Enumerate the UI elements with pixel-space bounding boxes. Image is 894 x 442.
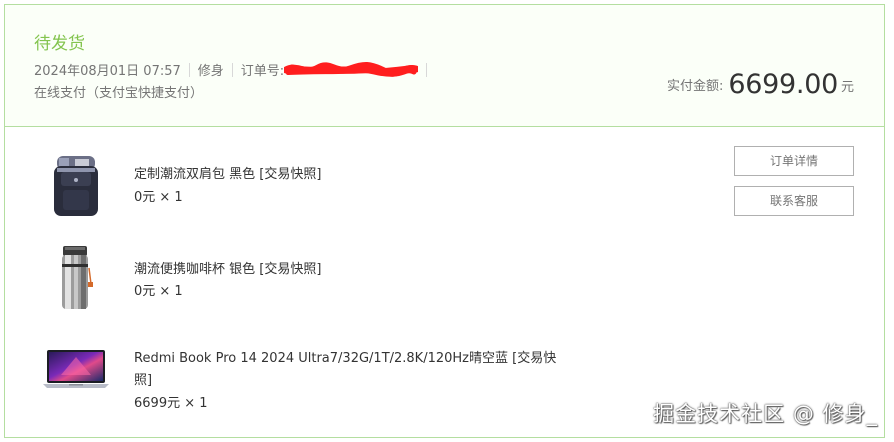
item-price-quantity: 0元 × 1 bbox=[134, 190, 183, 205]
trade-snapshot-link[interactable]: [交易快照] bbox=[259, 167, 321, 182]
order-header: 待发货 2024年08月01日 07:57 修身 订单号: 在线支付（支付宝快捷支付… bbox=[5, 5, 884, 127]
watermark: 掘金技术社区 @ 修身_ bbox=[653, 402, 878, 426]
total-label: 实付金额: bbox=[667, 79, 724, 94]
order-item: 定制潮流双肩包 黑色 [交易快照] 0元 × 1 bbox=[5, 145, 685, 225]
item-name: Redmi Book Pro 14 2024 Ultra7/32G/1T/2.8… bbox=[134, 348, 564, 392]
order-number-redacted bbox=[284, 62, 419, 77]
trade-snapshot-link[interactable]: [交易快照] bbox=[259, 262, 321, 277]
total-unit: 元 bbox=[840, 80, 854, 95]
item-title[interactable]: Redmi Book Pro 14 2024 Ultra7/32G/1T/2.8… bbox=[134, 351, 508, 366]
total-amount-block: 实付金额: 6699.00 元 bbox=[667, 69, 854, 100]
order-meta: 2024年08月01日 07:57 修身 订单号: 在线支付（支付宝快捷支付） bbox=[34, 61, 604, 105]
item-price-quantity: 0元 × 1 bbox=[134, 284, 183, 299]
coffee-tumbler-icon[interactable] bbox=[41, 242, 111, 312]
redaction-scribble bbox=[284, 62, 419, 77]
order-status: 待发货 bbox=[34, 34, 85, 54]
order-number-label: 订单号: bbox=[240, 64, 285, 79]
item-name: 潮流便携咖啡杯 银色 [交易快照] bbox=[134, 259, 564, 281]
item-title[interactable]: 潮流便携咖啡杯 银色 bbox=[134, 262, 255, 277]
divider bbox=[188, 63, 190, 77]
item-title[interactable]: 定制潮流双肩包 黑色 bbox=[134, 167, 255, 182]
order-item: 潮流便携咖啡杯 银色 [交易快照] 0元 × 1 bbox=[5, 239, 685, 319]
order-user: 修身 bbox=[197, 64, 224, 79]
order-card: 待发货 2024年08月01日 07:57 修身 订单号: 在线支付（支付宝快捷支付… bbox=[4, 4, 885, 438]
order-details-button[interactable]: 订单详情 bbox=[734, 146, 854, 176]
divider bbox=[426, 63, 428, 77]
payment-method: 在线支付（支付宝快捷支付） bbox=[34, 86, 204, 101]
contact-support-button[interactable]: 联系客服 bbox=[734, 186, 854, 216]
item-price-quantity: 6699元 × 1 bbox=[134, 396, 208, 411]
order-datetime: 2024年08月01日 07:57 bbox=[34, 64, 181, 79]
laptop-icon[interactable] bbox=[41, 335, 111, 405]
order-item: Redmi Book Pro 14 2024 Ultra7/32G/1T/2.8… bbox=[5, 335, 685, 425]
total-amount: 6699.00 bbox=[728, 69, 838, 100]
divider bbox=[231, 63, 233, 77]
item-name: 定制潮流双肩包 黑色 [交易快照] bbox=[134, 164, 564, 186]
backpack-icon[interactable] bbox=[41, 150, 111, 220]
